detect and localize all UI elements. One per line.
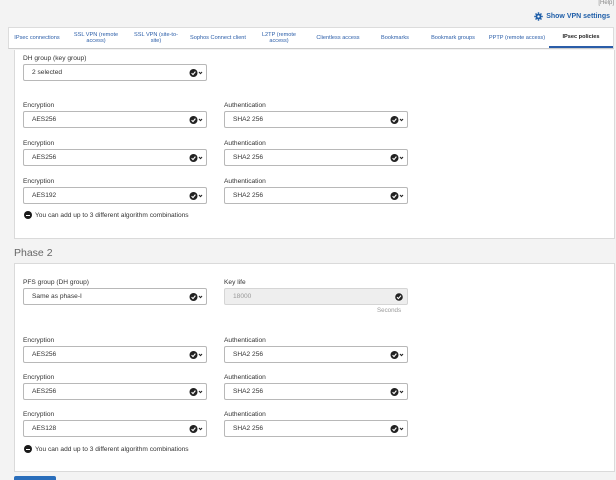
chevron-down-icon [189,115,203,125]
authentication-select[interactable]: SHA2 256 [224,346,408,363]
encryption-value: AES192 [32,192,57,199]
authentication-select[interactable]: SHA2 256 [224,383,408,400]
chevron-down-icon [390,153,404,163]
check-circle-icon [395,293,403,303]
add-combination-note[interactable]: You can add up to 3 different algorithm … [24,445,189,453]
encryption-select[interactable]: AES256 [23,346,207,363]
tab-bookmark-groups[interactable]: Bookmark groups [421,28,485,48]
phase2-title: Phase 2 [14,247,53,259]
phase2-panel: PFS group (DH group) Same as phase-I Key… [14,263,615,472]
tab-ipsec-policies[interactable]: IPsec policies [549,28,613,48]
encryption-value: AES256 [32,154,57,161]
chevron-down-icon [390,424,404,434]
tab-sophos-connect-client[interactable]: Sophos Connect client [185,28,251,48]
authentication-select[interactable]: SHA2 256 [224,111,408,128]
chevron-down-icon [189,292,203,302]
tab-l2tp-remote-access[interactable]: L2TP (remote access) [251,28,307,48]
authentication-label: Authentication [224,411,266,418]
authentication-label: Authentication [224,374,266,381]
tab-bar: IPsec connections SSL VPN (remote access… [8,27,614,49]
encryption-label: Encryption [23,411,55,418]
encryption-label: Encryption [23,374,55,381]
authentication-label: Authentication [224,102,266,109]
show-vpn-settings-label: Show VPN settings [546,13,610,20]
save-button[interactable] [14,476,56,480]
chevron-down-icon [390,350,404,360]
encryption-select[interactable]: AES128 [23,420,207,437]
tab-ssl-vpn-remote-access[interactable]: SSL VPN (remote access) [65,28,127,48]
key-life-input[interactable]: 18000 [224,288,408,305]
chevron-down-icon [189,153,203,163]
pfs-group-value: Same as phase-I [32,293,82,300]
authentication-value: SHA2 256 [233,192,264,199]
tab-clientless-access[interactable]: Clientless access [307,28,369,48]
key-life-unit: Seconds [377,307,402,314]
encryption-value: AES256 [32,388,57,395]
key-life-value: 18000 [233,293,252,300]
encryption-value: AES256 [32,351,57,358]
chevron-down-icon [390,191,404,201]
authentication-select[interactable]: SHA2 256 [224,149,408,166]
tab-ipsec-connections[interactable]: IPsec connections [9,28,65,48]
dh-group-select[interactable]: 2 selected [23,64,207,81]
minus-circle-icon [24,445,32,453]
authentication-label: Authentication [224,178,266,185]
key-life-label: Key life [224,279,246,286]
encryption-value: AES128 [32,425,57,432]
tab-bookmarks[interactable]: Bookmarks [369,28,421,48]
phase1-panel: DH group (key group) 2 selected Encrypti… [14,50,615,239]
authentication-value: SHA2 256 [233,388,264,395]
authentication-label: Authentication [224,140,266,147]
authentication-value: SHA2 256 [233,351,264,358]
encryption-select[interactable]: AES256 [23,149,207,166]
chevron-down-icon [189,350,203,360]
chevron-down-icon [189,424,203,434]
dh-group-label: DH group (key group) [23,55,87,62]
chevron-down-icon [189,191,203,201]
authentication-select[interactable]: SHA2 256 [224,420,408,437]
dh-group-value: 2 selected [32,69,63,76]
encryption-select[interactable]: AES256 [23,383,207,400]
add-combination-note[interactable]: You can add up to 3 different algorithm … [24,211,189,219]
chevron-down-icon [189,387,203,397]
gear-icon [534,12,543,21]
authentication-value: SHA2 256 [233,116,264,123]
encryption-label: Encryption [23,102,55,109]
chevron-down-icon [390,115,404,125]
tab-pptp-remote-access[interactable]: PPTP (remote access) [485,28,549,48]
authentication-select[interactable]: SHA2 256 [224,187,408,204]
chevron-down-icon [189,68,203,78]
add-combination-note-text: You can add up to 3 different algorithm … [35,211,189,219]
encryption-value: AES256 [32,116,57,123]
encryption-select[interactable]: AES256 [23,111,207,128]
pfs-group-label: PFS group (DH group) [23,279,89,286]
minus-circle-icon [24,211,32,219]
authentication-label: Authentication [224,337,266,344]
encryption-label: Encryption [23,337,55,344]
encryption-label: Encryption [23,178,55,185]
help-link[interactable]: [Help] [598,0,614,6]
authentication-value: SHA2 256 [233,154,264,161]
tab-ssl-vpn-site-to-site[interactable]: SSL VPN (site-to-site) [127,28,185,48]
add-combination-note-text: You can add up to 3 different algorithm … [35,445,189,453]
authentication-value: SHA2 256 [233,425,264,432]
encryption-label: Encryption [23,140,55,147]
pfs-group-select[interactable]: Same as phase-I [23,288,207,305]
chevron-down-icon [390,387,404,397]
show-vpn-settings-link[interactable]: Show VPN settings [534,12,610,21]
encryption-select[interactable]: AES192 [23,187,207,204]
